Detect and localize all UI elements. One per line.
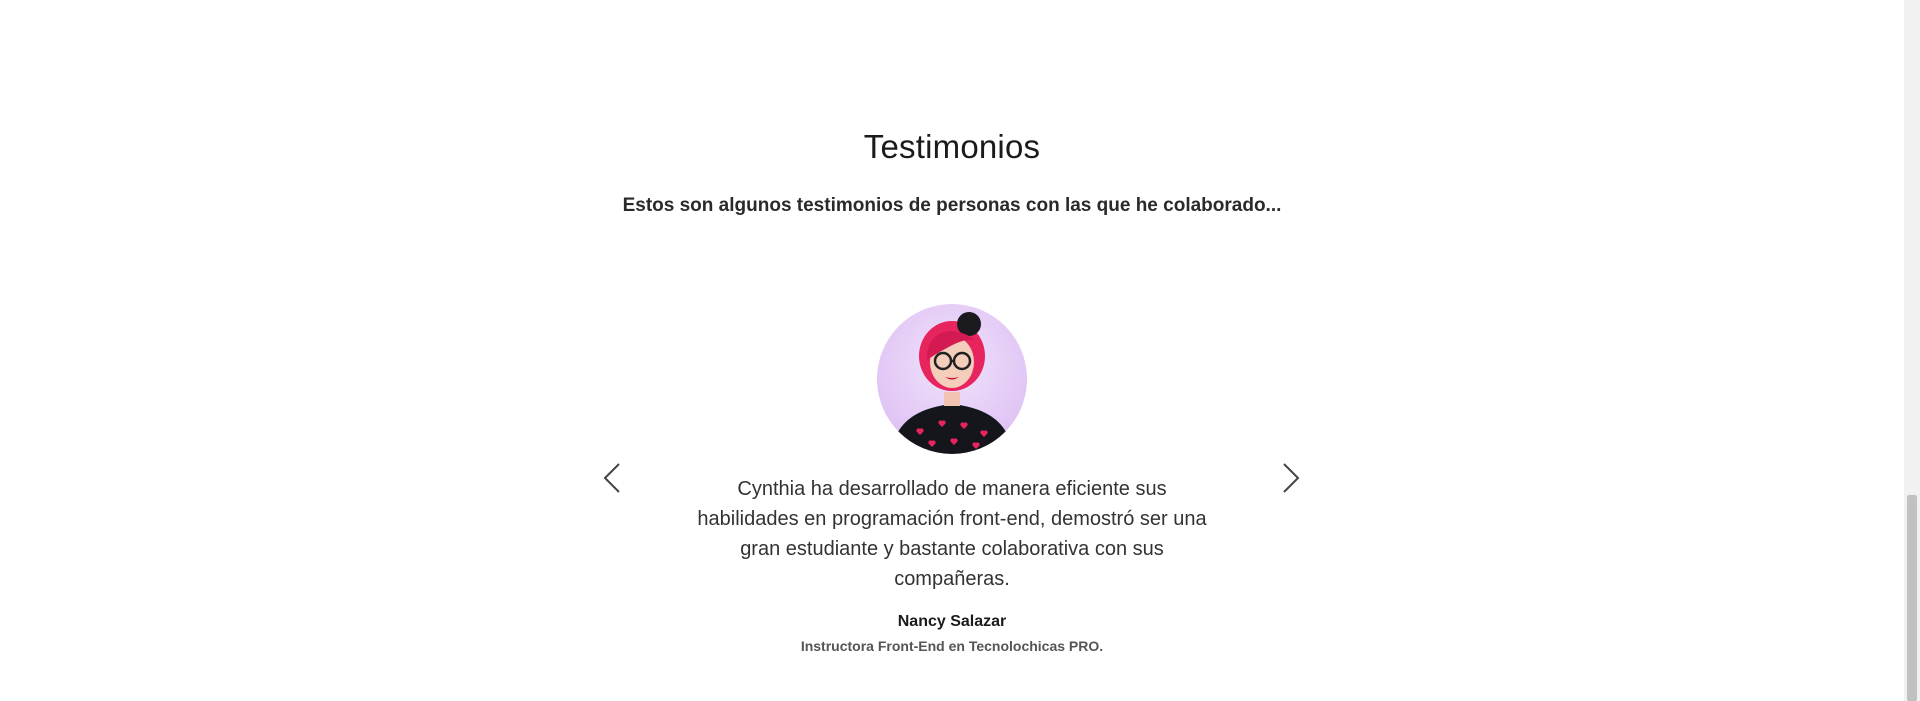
chevron-left-icon: [603, 463, 620, 493]
testimonial-carousel: Cynthia ha desarrollado de manera eficie…: [0, 300, 1904, 680]
scrollbar-thumb[interactable]: [1907, 495, 1917, 701]
testimonial-author-name: Nancy Salazar: [897, 613, 1007, 630]
avatar-illustration: [891, 312, 1013, 454]
page-scrollbar[interactable]: [1904, 0, 1920, 701]
testimonial-quote: Cynthia ha desarrollado de manera eficie…: [697, 478, 1207, 590]
section-subtitle: Estos son algunos testimonios de persona…: [622, 195, 1282, 216]
next-testimonial-button[interactable]: [1278, 460, 1304, 496]
testimonial-author-role: Instructora Front-End en Tecnolochicas P…: [800, 638, 1104, 654]
testimonial-avatar: [877, 304, 1027, 454]
chevron-right-icon: [1283, 463, 1300, 493]
previous-testimonial-button[interactable]: [599, 460, 625, 496]
testimonials-section: Testimonios Estos son algunos testimonio…: [0, 0, 1904, 701]
page: Testimonios Estos son algunos testimonio…: [0, 0, 1920, 701]
section-title: Testimonios: [863, 128, 1041, 165]
